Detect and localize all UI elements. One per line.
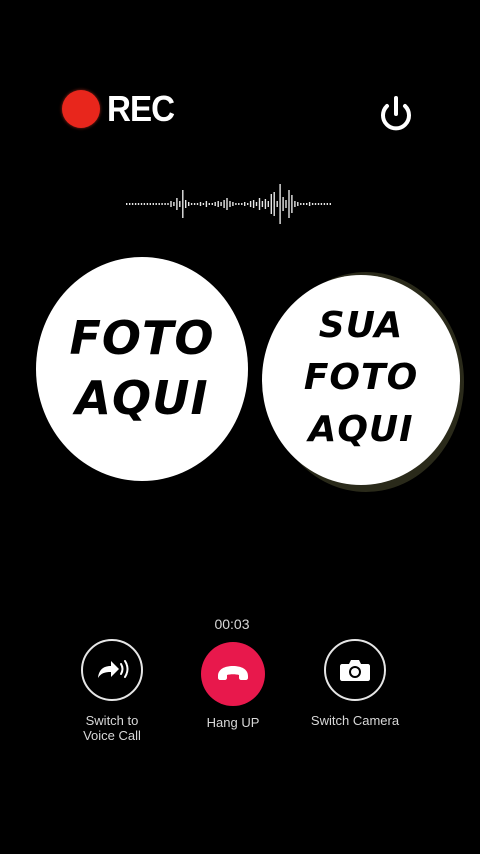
waveform-bar	[229, 201, 231, 207]
waveform-bar	[164, 203, 166, 205]
waveform-bar	[217, 201, 219, 207]
switch-camera-control[interactable]: Switch Camera	[290, 639, 420, 728]
waveform-bar	[285, 200, 287, 208]
waveform-bar	[238, 203, 240, 205]
waveform-bar	[288, 190, 290, 218]
hang-up-label: Hang UP	[206, 715, 260, 730]
waveform-bar	[270, 194, 272, 214]
waveform-bar	[170, 201, 172, 207]
waveform-bar	[214, 202, 216, 206]
waveform-bar	[188, 202, 190, 206]
waveform-bar	[326, 203, 328, 205]
waveform-bar	[267, 201, 269, 207]
waveform-bar	[208, 203, 210, 205]
waveform-bar	[311, 203, 314, 205]
switch-camera-button[interactable]	[324, 639, 386, 701]
caller-photo-placeholder: FOTO AQUI	[36, 257, 248, 481]
waveform-bar	[126, 203, 128, 205]
waveform-bar	[199, 202, 202, 206]
waveform-bar	[282, 197, 284, 211]
user-photo-placeholder: SUA FOTO AQUI	[262, 275, 460, 485]
audio-waveform	[126, 184, 331, 224]
call-timer: 00:03	[214, 616, 250, 632]
waveform-bar	[323, 203, 326, 205]
hang-up-control[interactable]: Hang UP	[168, 642, 298, 730]
waveform-bar	[300, 203, 302, 205]
waveform-bar	[152, 203, 154, 205]
waveform-bar	[131, 203, 134, 205]
waveform-bar	[202, 203, 205, 205]
waveform-bar	[279, 184, 281, 224]
waveform-bar	[308, 202, 311, 206]
power-icon	[381, 96, 411, 131]
waveform-bar	[205, 201, 208, 207]
switch-camera-label: Switch Camera	[310, 713, 400, 728]
label-line: Voice Call	[83, 728, 141, 743]
waveform-bar	[261, 201, 264, 207]
waveform-bar	[291, 195, 293, 213]
voice-call-icon	[98, 660, 129, 678]
waveform-bar	[146, 203, 149, 205]
label-line: Switch to	[85, 713, 139, 728]
rec-label: REC	[107, 88, 175, 129]
recording-indicator: REC	[62, 88, 180, 130]
waveform-bar	[173, 202, 175, 206]
waveform-bar	[297, 202, 299, 206]
waveform-bar	[185, 200, 187, 208]
waveform-bar	[294, 201, 296, 207]
waveform-bar	[220, 202, 222, 206]
waveform-bar	[149, 203, 151, 205]
waveform-bar	[329, 203, 331, 205]
waveform-bar	[247, 203, 249, 205]
record-dot-icon	[62, 90, 100, 128]
waveform-bar	[140, 203, 143, 205]
photo-text-line: FOTO	[69, 311, 215, 366]
waveform-bar	[196, 203, 199, 205]
waveform-bar	[255, 202, 258, 206]
waveform-bar	[167, 203, 169, 205]
waveform-bar	[143, 203, 146, 205]
waveform-bar	[190, 203, 193, 205]
waveform-bar	[179, 201, 181, 207]
waveform-bar	[273, 192, 275, 216]
waveform-bar	[306, 203, 308, 205]
hang-up-button[interactable]	[201, 642, 265, 706]
waveform-bar	[317, 203, 320, 205]
waveform-bar	[258, 198, 261, 210]
waveform-bar	[223, 200, 225, 208]
waveform-bar	[303, 203, 305, 205]
waveform-bar	[249, 201, 252, 207]
power-button[interactable]	[374, 92, 418, 136]
switch-voice-call-button[interactable]	[81, 639, 143, 701]
waveform-bar	[193, 203, 196, 205]
waveform-bar	[235, 203, 237, 205]
waveform-bar	[320, 203, 323, 205]
waveform-bar	[176, 198, 178, 210]
photo-text-line: SUA	[318, 304, 404, 346]
waveform-bar	[161, 203, 163, 205]
waveform-bar	[155, 203, 157, 205]
photo-text-line: AQUI	[75, 371, 209, 425]
waveform-bar	[182, 190, 184, 218]
waveform-bar	[134, 203, 137, 205]
waveform-bar	[129, 203, 131, 205]
waveform-bar	[244, 202, 246, 206]
switch-voice-call-control[interactable]: Switch to Voice Call	[47, 639, 177, 743]
waveform-bar	[158, 203, 160, 205]
switch-voice-call-label: Switch to Voice Call	[83, 713, 141, 743]
waveform-bar	[241, 203, 243, 205]
waveform-bar	[264, 199, 267, 209]
waveform-bar	[137, 203, 140, 205]
waveform-bar	[276, 201, 278, 207]
photo-text-line: AQUI	[308, 409, 414, 451]
waveform-bar	[252, 200, 255, 208]
waveform-bar	[211, 203, 213, 205]
camera-icon	[340, 660, 370, 681]
waveform-bar	[232, 202, 234, 206]
photo-text-line: FOTO	[303, 356, 419, 398]
phone-hangup-icon	[218, 666, 248, 680]
waveform-bar	[314, 203, 317, 205]
waveform-bar	[226, 198, 228, 210]
